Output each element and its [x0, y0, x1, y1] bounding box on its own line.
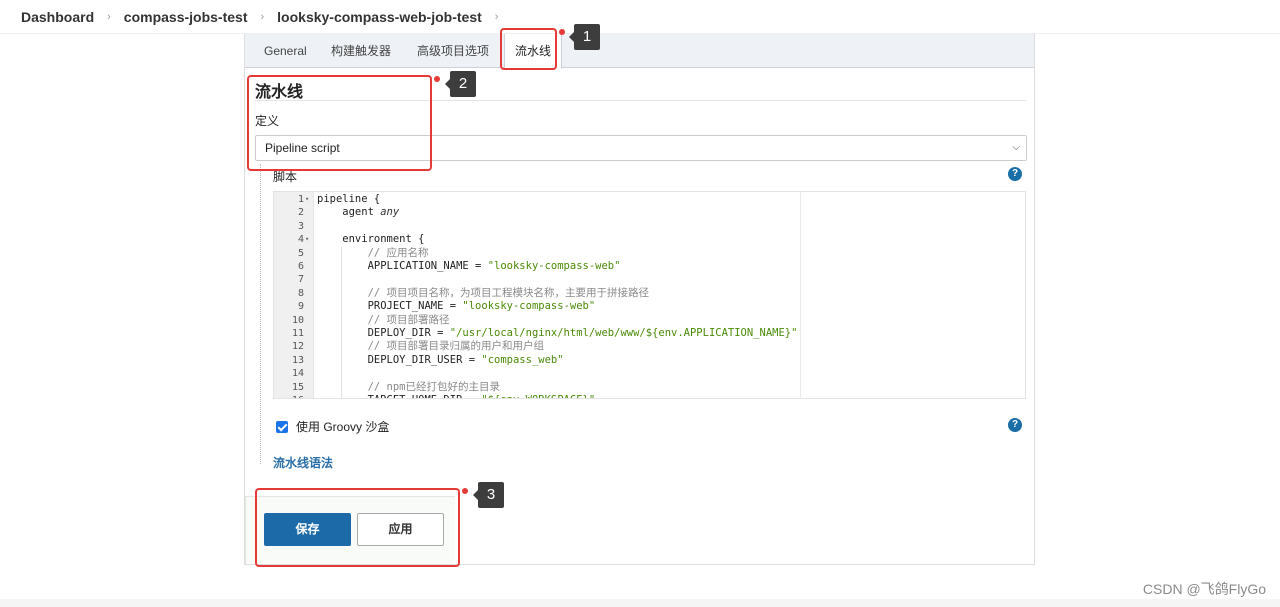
- line-number: 11: [291, 328, 304, 339]
- tab-build-triggers[interactable]: 构建触发器: [331, 34, 391, 68]
- code-text: agent any: [317, 206, 400, 219]
- line-number: 16: [274, 394, 304, 398]
- annotation-dot-2: [434, 76, 440, 82]
- editor-line: 3: [274, 220, 1025, 233]
- code-text: DEPLOY_DIR = "/usr/local/nginx/html/web/…: [317, 327, 798, 339]
- editor-line: 6 APPLICATION_NAME = "looksky-compass-we…: [274, 260, 1025, 273]
- question-circle-icon[interactable]: ?: [1008, 418, 1022, 432]
- line-number: 5: [297, 247, 304, 259]
- code-text: DEPLOY_DIR_USER = "compass_web": [317, 353, 564, 366]
- code-text: // 项目部署路径: [367, 313, 450, 326]
- chevron-right-icon[interactable]: ›: [107, 11, 111, 23]
- line-number: 13: [291, 354, 304, 366]
- editor-line: 7: [274, 273, 1025, 286]
- line-number: 2: [297, 207, 304, 219]
- editor-line: 5 // 应用名称: [274, 247, 1025, 260]
- breadcrumb: Dashboard › compass-jobs-test › looksky-…: [0, 0, 1280, 34]
- editor-line: 15 // npm已经打包好的主目录: [274, 381, 1025, 394]
- chevron-down-icon: ⌵: [1012, 142, 1020, 153]
- groovy-sandbox-checkbox[interactable]: [276, 420, 288, 433]
- tab-advanced-options[interactable]: 高级项目选项: [417, 34, 489, 68]
- line-number: 7: [297, 274, 304, 286]
- breadcrumb-folder[interactable]: compass-jobs-test: [124, 9, 248, 25]
- editor-line: 12 // 项目部署目录归属的用户和用户组: [274, 340, 1025, 353]
- code-text: PROJECT_NAME = "looksky-compass-web": [317, 300, 596, 313]
- breadcrumb-job[interactable]: looksky-compass-web-job-test: [277, 9, 482, 25]
- annotation-box-2: [247, 75, 432, 171]
- editor-line: 8 // 项目项目名称，为项目工程模块名称，主要用于拼接路径: [274, 287, 1025, 300]
- annotation-tag-1: 1: [569, 24, 600, 50]
- pipeline-syntax-link[interactable]: 流水线语法: [273, 454, 333, 471]
- code-text: // 应用名称: [367, 246, 429, 259]
- code-text: pipeline {: [317, 193, 381, 205]
- line-number: 9: [297, 301, 304, 313]
- annotation-box-1: [500, 28, 557, 70]
- config-tabbar: General 构建触发器 高级项目选项 流水线: [245, 34, 1034, 69]
- editor-line: 2 agent any: [274, 206, 1025, 219]
- tab-general[interactable]: General: [264, 34, 307, 68]
- chevron-right-icon[interactable]: ›: [495, 11, 499, 23]
- line-number: 12: [291, 341, 304, 353]
- groovy-sandbox-label: 使用 Groovy 沙盒: [296, 420, 390, 434]
- code-text: // 项目部署目录归属的用户和用户组: [367, 340, 545, 353]
- fold-toggle-icon[interactable]: ▾: [305, 193, 309, 206]
- line-number: 3: [297, 220, 304, 232]
- annotation-dot-3: [462, 488, 468, 494]
- editor-line: 13 DEPLOY_DIR_USER = "compass_web": [274, 354, 1025, 367]
- line-number: 8: [297, 287, 304, 299]
- question-circle-icon[interactable]: ?: [1008, 167, 1022, 181]
- indent-guide: [341, 246, 342, 398]
- line-number: 4: [297, 234, 304, 246]
- editor-line: 14: [274, 367, 1025, 380]
- line-number: 10: [291, 314, 304, 326]
- editor-line: 9 PROJECT_NAME = "looksky-compass-web": [274, 300, 1025, 313]
- fold-toggle-icon[interactable]: ▾: [305, 233, 309, 246]
- code-text: environment {: [317, 233, 425, 246]
- annotation-dot-1: [559, 29, 565, 35]
- watermark: CSDN @飞鸽FlyGo: [1142, 581, 1266, 597]
- line-number: 6: [297, 261, 304, 272]
- chevron-right-icon[interactable]: ›: [261, 11, 265, 23]
- nesting-guide: [260, 164, 261, 464]
- line-number: 14: [291, 368, 304, 380]
- code-text: APPLICATION_NAME = "looksky-compass-web": [317, 260, 621, 272]
- editor-line: 10 // 项目部署路径: [274, 314, 1025, 327]
- editor-line: 11 DEPLOY_DIR = "/usr/local/nginx/html/w…: [274, 327, 1025, 340]
- code-text: // 项目项目名称，为项目工程模块名称，主要用于拼接路径: [367, 286, 650, 299]
- line-number: 1: [297, 194, 304, 205]
- page-footer-strip: [0, 599, 1280, 607]
- line-number: 15: [291, 381, 304, 393]
- groovy-sandbox-option[interactable]: 使用 Groovy 沙盒: [276, 418, 389, 435]
- editor-line: 16 TARGET_HOME_DIR = "${env.WORKSPACE}": [274, 394, 1025, 398]
- editor-line: 1 ▾ pipeline {: [274, 193, 1025, 206]
- breadcrumb-dashboard[interactable]: Dashboard: [21, 9, 94, 25]
- annotation-tag-2: 2: [445, 71, 476, 97]
- code-text: TARGET_HOME_DIR = "${env.WORKSPACE}": [317, 394, 596, 398]
- annotation-tag-3: 3: [473, 482, 504, 508]
- code-text: // npm已经打包好的主目录: [367, 380, 501, 393]
- annotation-box-3: [255, 488, 460, 567]
- script-editor[interactable]: 1 ▾ pipeline {2 agent any 3 4 ▾ environment {…: [273, 191, 1026, 399]
- editor-line: 4 ▾ environment {: [274, 233, 1025, 246]
